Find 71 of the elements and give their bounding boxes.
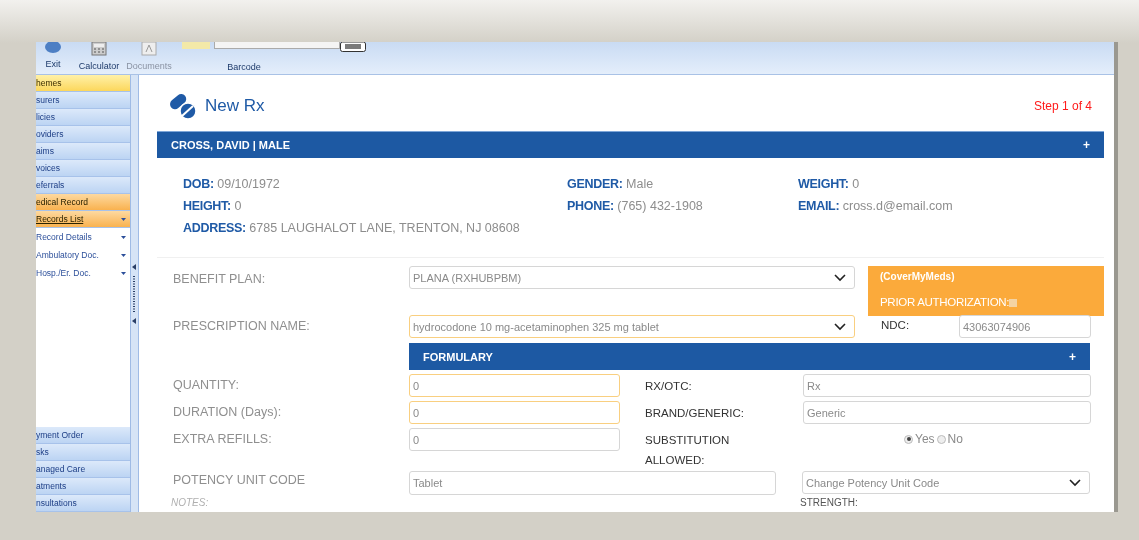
nav-group-bar[interactable]: atments: [36, 478, 131, 495]
field-label: NDC:: [881, 318, 911, 334]
nav-group-bar[interactable]: licies: [36, 109, 131, 126]
calculator-button[interactable]: Calculator: [74, 42, 124, 74]
nav-group-bar[interactable]: sks: [36, 444, 131, 461]
page-title: New Rx: [205, 95, 265, 118]
checkbox-label: PRIOR AUTHORIZATION:: [880, 295, 1010, 311]
field-label: RX/OTC:: [645, 379, 693, 395]
dropdown[interactable]: Change Potency Unit Code: [802, 471, 1090, 495]
patient-detail: EMAIL: cross.d@email.com: [798, 197, 954, 215]
field-label: BRAND/GENERIC:: [645, 406, 746, 422]
chevron-down-icon: [834, 273, 846, 282]
input-field[interactable]: Generic: [803, 401, 1091, 425]
nav-group-bar[interactable]: anaged Care: [36, 461, 131, 478]
patient-detail: PHONE: (765) 432-1908: [567, 197, 704, 215]
nav-group-bar[interactable]: yment Order: [36, 427, 131, 444]
pills-icon: [169, 92, 197, 120]
input-field[interactable]: 0: [409, 401, 620, 425]
nav-group-bar[interactable]: hemes: [36, 75, 131, 92]
nav-group-bar[interactable]: nsultations: [36, 495, 131, 512]
field-label: QUANTITY:: [173, 377, 240, 395]
radio-option[interactable]: No: [936, 430, 963, 449]
field-label: NOTES:: [171, 497, 210, 509]
field-label: DURATION (Days):: [173, 404, 283, 422]
field-label: SUBSTITUTION ALLOWED:: [645, 433, 731, 469]
patient-detail: DOB: 09/10/1972: [183, 176, 281, 193]
section-title: FORMULARY: [423, 349, 493, 365]
nav-group-bar[interactable]: oviders: [36, 126, 131, 143]
input-field[interactable]: 0: [409, 428, 620, 452]
nav-group-bar[interactable]: edical Record: [36, 194, 131, 211]
nav-link[interactable]: Records List: [36, 211, 131, 228]
chevron-down-icon: [834, 322, 846, 331]
dropdown[interactable]: hydrocodone 10 mg-acetaminophen 325 mg tablet: [409, 315, 855, 339]
caret-icon: [121, 271, 127, 275]
patient-detail: ADDRESS: 6785 LAUGHALOT LANE, TRENTON, NJ 08608: [183, 219, 521, 237]
calculator-icon: [91, 42, 107, 56]
field-label: PRESCRIPTION NAME:: [173, 318, 311, 336]
radio-option[interactable]: Yes: [904, 430, 935, 449]
dropdown[interactable]: PLANA (RXHUBPBM): [409, 266, 855, 290]
caret-icon: [121, 217, 127, 221]
chevron-down-icon: [1069, 478, 1081, 487]
caret-icon: [121, 235, 127, 239]
checkbox[interactable]: [1009, 298, 1018, 307]
expand-button[interactable]: +: [1069, 347, 1076, 366]
nav-group-bar[interactable]: voices: [36, 160, 131, 177]
field-label: POTENCY UNIT CODE: [173, 472, 307, 490]
input-field[interactable]: Tablet: [409, 471, 776, 496]
patient-name: CROSS, DAVID | MALE: [171, 137, 290, 153]
field-label: EXTRA REFILLS:: [173, 431, 273, 449]
barcode-field[interactable]: [214, 42, 340, 49]
barcode-label: Barcode: [227, 61, 261, 74]
field-label: STRENGTH:: [800, 497, 858, 509]
source-label: (CoverMyMeds): [880, 270, 956, 285]
barcode-icon: [340, 42, 366, 52]
nav-group-bar[interactable]: eferrals: [36, 177, 131, 194]
patient-detail: GENDER: Male: [567, 176, 655, 193]
caret-icon: [121, 253, 127, 257]
patient-detail: WEIGHT: 0: [798, 176, 861, 193]
input-field[interactable]: 0: [409, 374, 620, 398]
exit-button[interactable]: Exit: [38, 42, 68, 74]
splitter-grip-icon[interactable]: [132, 263, 138, 324]
document-icon: [141, 42, 157, 56]
nav-group-bar[interactable]: aims: [36, 143, 131, 160]
nav-group-bar[interactable]: surers: [36, 92, 131, 109]
field-label: BENEFIT PLAN:: [173, 271, 267, 289]
note-icon: [182, 42, 210, 49]
step-indicator: Step 1 of 4: [1033, 98, 1092, 115]
input-field[interactable]: 43063074906: [959, 315, 1091, 339]
input-field[interactable]: Rx: [803, 374, 1091, 398]
expand-button[interactable]: +: [1083, 136, 1090, 154]
patient-detail: HEIGHT: 0: [183, 197, 243, 215]
